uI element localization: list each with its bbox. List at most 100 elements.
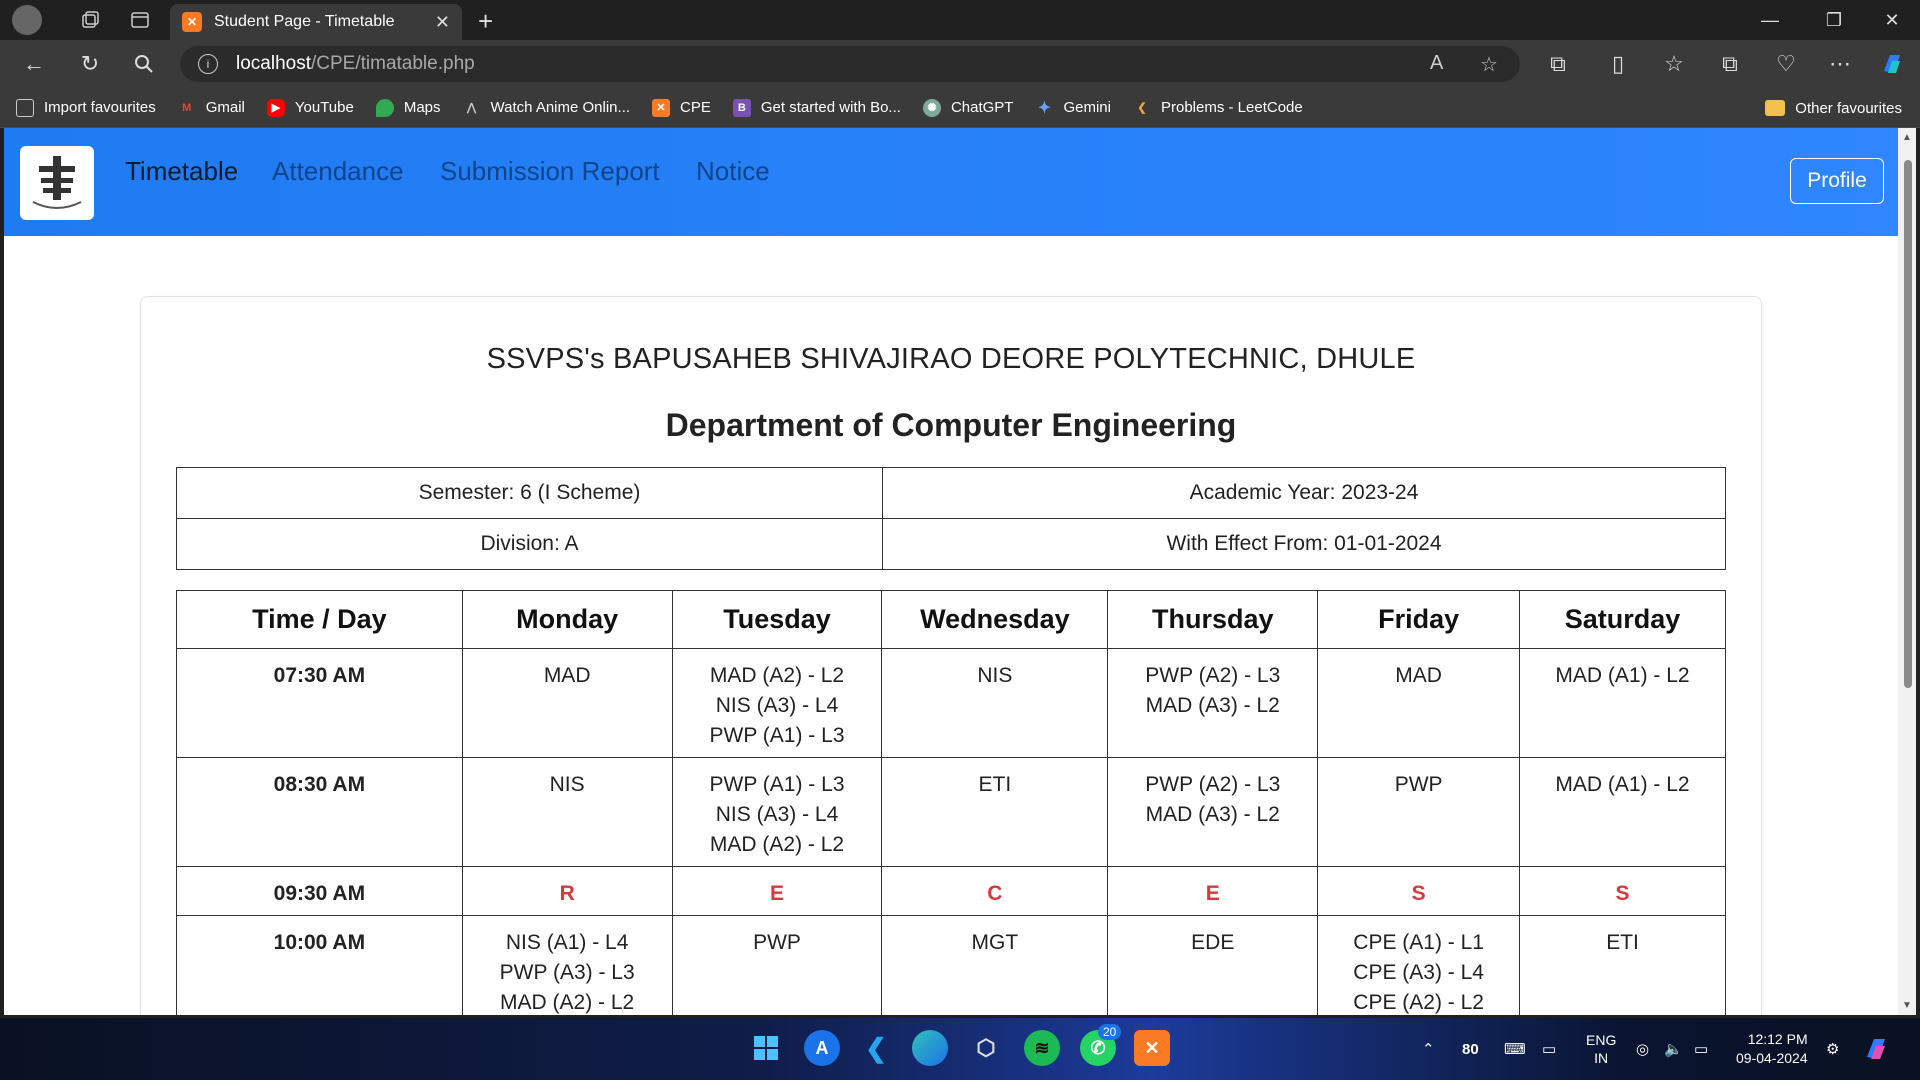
back-icon[interactable]: ← [14, 40, 54, 88]
cell-friday: S [1317, 866, 1521, 916]
tray-overflow-icon[interactable]: ⌃ [1422, 1018, 1435, 1080]
copilot-icon[interactable] [1872, 40, 1912, 88]
tab-timetable[interactable]: ✕ Student Page - Timetable ✕ [170, 4, 462, 40]
clock[interactable]: 12:12 PM 09-04-2024 [1736, 1018, 1808, 1080]
subject-entry: PWP [1394, 773, 1443, 796]
fav-import-favourites[interactable]: Import favourites [16, 98, 156, 117]
timetable-card: SSVPS's BAPUSAHEB SHIVAJIRAO DEORE POLYT… [140, 296, 1762, 1015]
minimize-icon[interactable]: — [1740, 0, 1800, 40]
new-tab-icon[interactable]: + [478, 6, 493, 37]
favourites-icon[interactable]: ☆ [1654, 40, 1694, 88]
info-row: Division: A With Effect From: 01-01-2024 [176, 518, 1726, 570]
copilot-taskbar-icon[interactable] [1862, 1018, 1890, 1080]
workspaces-icon[interactable] [76, 6, 104, 34]
edge-icon[interactable] [912, 1030, 948, 1066]
fav-youtube[interactable]: ▶ YouTube [266, 98, 354, 117]
fav-maps[interactable]: Maps [375, 98, 441, 117]
cell-tuesday: E [671, 866, 883, 916]
scroll-up-icon[interactable]: ▲ [1901, 132, 1913, 143]
fav-leetcode[interactable]: ❮ Problems - LeetCode [1133, 99, 1303, 117]
keyboard-icon[interactable]: ⌨ [1504, 1018, 1526, 1080]
volume-icon[interactable]: 🔈 [1664, 1018, 1683, 1080]
page-scrollbar[interactable]: ▲ ▼ [1898, 128, 1916, 1015]
cell-tuesday: PWP [671, 915, 883, 1015]
subject-entry: PWP (A1) - L3 [709, 724, 845, 747]
folder-icon [1765, 100, 1786, 116]
scrollbar-thumb[interactable] [1904, 160, 1912, 688]
subject-entry: PWP (A1) - L3 [709, 773, 845, 796]
fav-label: Problems - LeetCode [1160, 99, 1303, 116]
xampp-icon: ✕ [652, 98, 671, 117]
subject-entry: S [1615, 882, 1630, 905]
chatgpt-icon: ✺ [922, 98, 941, 117]
unity-icon[interactable]: ⬡ [968, 1030, 1004, 1066]
subject-entry: PWP (A2) - L3 [1145, 664, 1281, 687]
nav-attendance[interactable]: Attendance [272, 156, 404, 187]
subject-entry: CPE (A2) - L2 [1353, 991, 1484, 1014]
start-icon[interactable] [748, 1030, 784, 1066]
browser-essentials-icon[interactable]: ♡ [1766, 40, 1806, 88]
page-viewport: Timetable Attendance Submission Report N… [4, 128, 1898, 1015]
nav-timetable[interactable]: Timetable [125, 156, 238, 187]
vscode-icon[interactable]: ❮ [858, 1030, 894, 1066]
restore-icon[interactable]: ❐ [1804, 0, 1864, 40]
subject-entry: E [1205, 882, 1220, 905]
read-aloud-icon[interactable]: A [1430, 52, 1443, 75]
screen-icon[interactable]: ▭ [1542, 1018, 1556, 1080]
subject-entry: MAD [543, 664, 591, 687]
app-store-icon[interactable]: A [804, 1030, 840, 1066]
timetable-header-row: Time / Day Monday Tuesday Wednesday Thur… [176, 590, 1726, 649]
search-icon[interactable] [124, 40, 164, 88]
cell-tuesday: PWP (A1) - L3 NIS (A3) - L4 MAD (A2) - L2 [671, 757, 883, 867]
tab-actions-icon[interactable] [126, 6, 154, 34]
close-tab-icon[interactable]: ✕ [435, 12, 450, 33]
other-favourites[interactable]: Other favourites [1765, 88, 1902, 128]
more-menu-icon[interactable]: ⋯ [1820, 40, 1860, 88]
profile-avatar-icon[interactable] [12, 5, 42, 35]
fav-anime[interactable]: ⋀ Watch Anime Onlin... [463, 99, 630, 117]
nav-notice[interactable]: Notice [696, 156, 770, 187]
cell-tuesday: MAD (A2) - L2 NIS (A3) - L4 PWP (A1) - L3 [671, 648, 883, 758]
battery-icon[interactable]: ▭ [1694, 1018, 1708, 1080]
notification-icon[interactable]: ⚙ [1826, 1018, 1839, 1080]
clock-date: 09-04-2024 [1736, 1050, 1808, 1066]
college-logo[interactable] [20, 146, 94, 220]
address-bar[interactable]: i localhost/CPE/timatable.php A ☆ [180, 46, 1520, 82]
fav-label: ChatGPT [950, 99, 1014, 116]
browser-toolbar: ← ↻ i localhost/CPE/timatable.php A ☆ ⧉ … [0, 40, 1920, 88]
fav-cpe[interactable]: ✕ CPE [652, 98, 711, 117]
header-wednesday: Wednesday [881, 590, 1109, 649]
subject-entry: PWP [753, 931, 801, 954]
spotify-icon[interactable]: ≋ [1024, 1030, 1060, 1066]
subject-entry: MAD (A1) - L2 [1555, 773, 1690, 796]
clock-time: 12:12 PM [1747, 1031, 1808, 1047]
network-icon[interactable]: ◎ [1636, 1018, 1649, 1080]
fav-chatgpt[interactable]: ✺ ChatGPT [922, 98, 1014, 117]
language-indicator[interactable]: ENG IN [1586, 1018, 1616, 1080]
fav-bootstrap[interactable]: B Get started with Bo... [732, 98, 901, 117]
fav-label: Gemini [1063, 99, 1111, 116]
nav-submission-report[interactable]: Submission Report [440, 156, 660, 187]
collections-icon[interactable]: ⧉ [1710, 40, 1750, 88]
info-table: Semester: 6 (I Scheme) Academic Year: 20… [176, 467, 1726, 570]
header-saturday: Saturday [1519, 590, 1726, 649]
fav-gmail[interactable]: M Gmail [178, 99, 245, 117]
header-thursday: Thursday [1107, 590, 1319, 649]
weather-temp[interactable]: 80 [1462, 1018, 1479, 1080]
header-monday: Monday [461, 590, 673, 649]
subject-entry: EDE [1191, 931, 1235, 954]
division-cell: Division: A [176, 518, 883, 570]
timetable-row: 10:00 AM NIS (A1) - L4 PWP (A3) - L3 MAD (A… [176, 915, 1726, 1015]
split-screen-icon[interactable]: ▯ [1598, 40, 1638, 88]
profile-button[interactable]: Profile [1790, 158, 1884, 204]
close-window-icon[interactable]: ✕ [1862, 0, 1920, 40]
subject-entry: ETI [1606, 931, 1639, 954]
xampp-taskbar-icon[interactable]: ✕ [1134, 1030, 1170, 1066]
favourite-star-icon[interactable]: ☆ [1480, 52, 1498, 77]
extensions-icon[interactable]: ⧉ [1538, 40, 1578, 88]
cell-monday: MAD [461, 648, 673, 758]
refresh-icon[interactable]: ↻ [70, 40, 110, 88]
scroll-down-icon[interactable]: ▼ [1901, 1000, 1913, 1011]
site-info-icon[interactable]: i [198, 54, 218, 74]
fav-gemini[interactable]: ✦ Gemini [1035, 99, 1111, 117]
